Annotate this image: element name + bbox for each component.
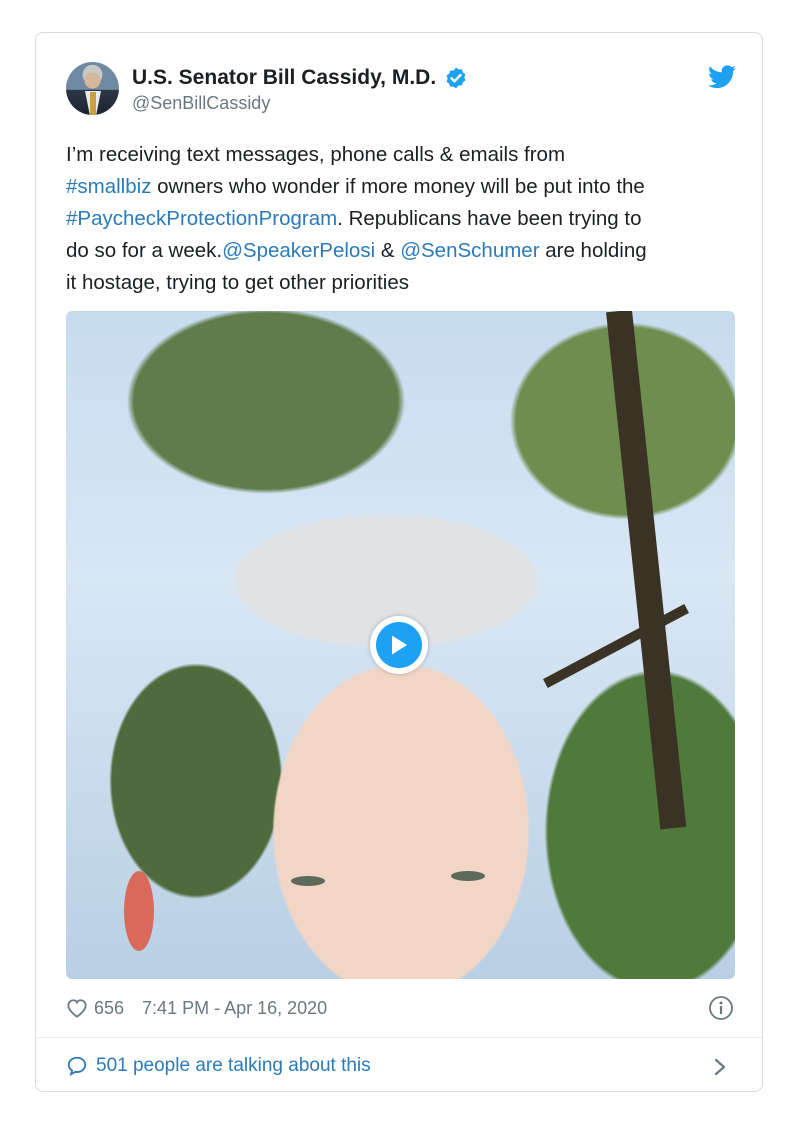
play-button-circle [376, 622, 422, 668]
mention-pelosi-link[interactable]: @SpeakerPelosi [222, 239, 375, 262]
info-icon[interactable] [708, 995, 734, 1021]
tweet-text-line4-start: do so for a week. [66, 239, 223, 262]
avatar-tie [90, 92, 96, 115]
author-handle[interactable]: @SenBillCassidy [132, 93, 270, 114]
tweet-text-line5: it hostage, trying to get other prioriti… [66, 271, 409, 294]
twitter-bird-icon[interactable] [708, 65, 736, 89]
chevron-right-icon[interactable] [712, 1055, 728, 1079]
hashtag-ppp-link[interactable]: #PaycheckProtectionProgram [66, 207, 337, 230]
author-name[interactable]: U.S. Senator Bill Cassidy, M.D. [132, 66, 436, 90]
thumbnail-ear [124, 871, 154, 951]
mention-schumer-link[interactable]: @SenSchumer [400, 239, 539, 262]
tweet-meta-row: 656 7:41 PM - Apr 16, 2020 [66, 993, 327, 1023]
embedded-tweet-card: U.S. Senator Bill Cassidy, M.D. @SenBill… [35, 32, 763, 1092]
thumbnail-left-eye [291, 876, 325, 886]
author-avatar[interactable] [66, 62, 119, 115]
play-button[interactable] [370, 616, 428, 674]
play-icon [392, 635, 407, 655]
ampersand-text: & [375, 239, 401, 262]
author-name-row[interactable]: U.S. Senator Bill Cassidy, M.D. [132, 66, 468, 90]
video-thumbnail[interactable] [66, 311, 735, 979]
tweet-text-line2: owners who wonder if more money will be … [151, 175, 645, 198]
like-count[interactable]: 656 [94, 998, 124, 1019]
tweet-text-line3: . Republicans have been trying to [337, 207, 642, 230]
tweet-text-line1: I’m receiving text messages, phone calls… [66, 143, 566, 166]
hashtag-smallbiz-link[interactable]: #smallbiz [66, 175, 151, 198]
conversation-link[interactable]: 501 people are talking about this [66, 1050, 371, 1082]
tweet-text-line4-rest: are holding [539, 239, 647, 262]
tweet-timestamp[interactable]: 7:41 PM - Apr 16, 2020 [142, 998, 327, 1019]
heart-icon[interactable] [66, 998, 88, 1018]
footer-divider [36, 1037, 762, 1038]
tweet-text: I’m receiving text messages, phone calls… [66, 139, 746, 299]
verified-badge-icon [446, 67, 466, 89]
conversation-count-text[interactable]: 501 people are talking about this [96, 1055, 371, 1077]
speech-bubble-icon [67, 1056, 87, 1077]
thumbnail-tree-trunk [606, 311, 687, 830]
thumbnail-right-eye [451, 871, 485, 881]
